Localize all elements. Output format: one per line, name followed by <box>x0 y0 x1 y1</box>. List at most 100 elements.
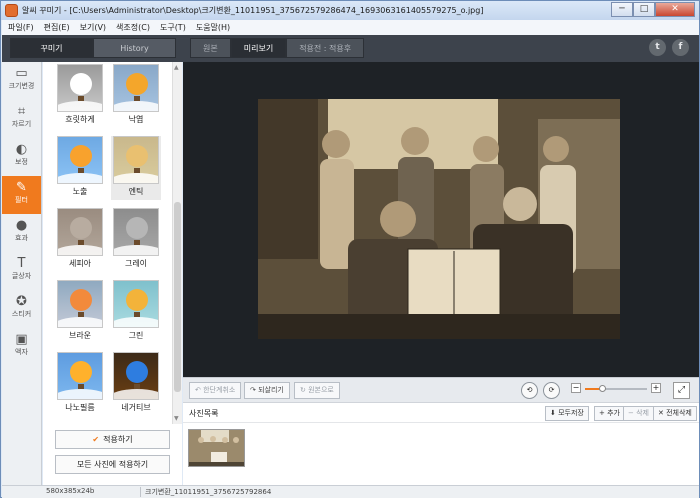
nav-item-5[interactable]: T 글상자 <box>2 252 41 290</box>
filter-item[interactable]: 엔틱 <box>111 136 161 200</box>
revert-button[interactable]: ↻ 원본으로 <box>294 382 340 399</box>
add-button[interactable]: + 추가 <box>594 406 625 421</box>
filter-item[interactable]: 브라운 <box>55 280 105 344</box>
preview-canvas[interactable] <box>183 62 699 377</box>
filter-label: 세피아 <box>68 259 92 268</box>
menu-color[interactable]: 색조정(C) <box>116 22 150 33</box>
balloon-icon <box>126 361 148 383</box>
delete-button[interactable]: − 삭제 <box>623 406 654 421</box>
resize-icon: ▭ <box>15 66 28 81</box>
tab-before-after[interactable]: 적용전 : 적용후 <box>286 38 365 58</box>
menu-view[interactable]: 보기(V) <box>80 22 106 33</box>
fit-screen-icon[interactable]: ⤢ <box>673 382 690 399</box>
rotate-left-icon[interactable]: ⟲ <box>521 382 538 399</box>
photo-thumbnail[interactable] <box>188 429 245 467</box>
filter-item[interactable]: 세피아 <box>55 208 105 272</box>
nav-item-7[interactable]: ▣ 액자 <box>2 328 41 366</box>
tab-preview[interactable]: 미리보기 <box>230 38 287 58</box>
menu-help[interactable]: 도움말(H) <box>196 22 230 33</box>
tab-decorate[interactable]: 꾸미기 <box>10 38 93 58</box>
undo-button[interactable]: ↶ 한단계취소 <box>189 382 242 399</box>
filter-brush-icon: ✎ <box>16 180 27 195</box>
filter-label: 그린 <box>128 331 144 340</box>
nav-item-3[interactable]: ✎ 필터 <box>2 176 41 214</box>
redo-button[interactable]: ↷ 되살리기 <box>244 382 290 399</box>
filter-scrollbar[interactable]: ▲ ▼ <box>172 62 182 424</box>
filter-item[interactable]: 그린 <box>111 280 161 344</box>
balloon-icon <box>126 217 148 239</box>
rotate-right-icon[interactable]: ⟳ <box>543 382 560 399</box>
delete-label: 삭제 <box>636 409 649 417</box>
save-all-button[interactable]: ⬇ 모두저장 <box>545 406 589 421</box>
nav-label: 글상자 <box>11 272 32 280</box>
redo-icon: ↷ <box>250 386 259 394</box>
menu-edit[interactable]: 편집(E) <box>44 22 70 33</box>
app-icon <box>5 4 18 17</box>
close-button[interactable]: ✕ <box>655 2 695 17</box>
status-bar: 580x385x24b 크기변환_11011951_3756725792864 <box>2 485 699 498</box>
image-dimensions: 580x385x24b <box>46 487 95 495</box>
scroll-thumb[interactable] <box>174 202 181 392</box>
undo-icon: ↶ <box>195 386 204 394</box>
edit-controls-bar: ↶ 한단계취소 ↷ 되살리기 ↻ 원본으로 ⟲ ⟳ − + ⤢ <box>183 377 699 402</box>
menu-tools[interactable]: 도구(T) <box>160 22 186 33</box>
filter-label: 낙엽 <box>128 115 144 124</box>
filter-thumbnail <box>113 136 159 184</box>
filter-item[interactable]: 흐릿하게 <box>55 64 105 128</box>
nav-item-2[interactable]: ◐ 보정 <box>2 138 41 176</box>
scroll-down-icon[interactable]: ▼ <box>174 415 179 422</box>
frame-icon: ▣ <box>15 332 28 347</box>
apply-all-button[interactable]: 모든 사진에 적용하기 <box>55 455 170 474</box>
apply-label: 적용하기 <box>103 435 133 444</box>
filter-item[interactable]: 네거티브 <box>111 352 161 416</box>
cloud-shape <box>58 245 102 255</box>
photo-list-header: 사진목록 ⬇ 모두저장 + 추가 − 삭제 ✕ 전체삭제 <box>183 402 699 423</box>
twitter-icon[interactable]: t <box>649 39 666 56</box>
filter-item[interactable]: 그레이 <box>111 208 161 272</box>
cloud-shape <box>58 389 102 399</box>
filter-thumbnail <box>113 352 159 400</box>
preview-photo <box>258 99 620 339</box>
filter-thumbnail <box>57 208 103 256</box>
balloon-icon <box>70 289 92 311</box>
nav-item-4[interactable]: ● 효과 <box>2 214 41 252</box>
cloud-shape <box>58 101 102 111</box>
scroll-up-icon[interactable]: ▲ <box>174 64 179 71</box>
revert-icon: ↻ <box>300 386 309 394</box>
filter-label: 그레이 <box>124 259 148 268</box>
tab-history[interactable]: History <box>93 38 176 58</box>
cloud-shape <box>114 389 158 399</box>
delete-icon: − <box>628 409 637 417</box>
filter-label: 나노필름 <box>65 403 95 412</box>
balloon-icon <box>126 73 148 95</box>
nav-item-1[interactable]: ⌗ 자르기 <box>2 100 41 138</box>
facebook-icon[interactable]: f <box>672 39 689 56</box>
nav-label: 스티커 <box>11 310 32 318</box>
menu-file[interactable]: 파일(F) <box>8 22 34 33</box>
delete-all-button[interactable]: ✕ 전체삭제 <box>653 406 697 421</box>
filter-item[interactable]: 나노필름 <box>55 352 105 416</box>
filter-item[interactable]: 노출 <box>55 136 105 200</box>
save-all-label: 모두저장 <box>558 409 584 417</box>
filter-item[interactable]: 낙엽 <box>111 64 161 128</box>
zoom-in-button[interactable]: + <box>651 383 661 393</box>
tab-original[interactable]: 원본 <box>190 38 231 58</box>
filter-thumbnail <box>57 136 103 184</box>
apply-button[interactable]: ✔ 적용하기 <box>55 430 170 449</box>
adjust-icon: ◐ <box>15 142 28 157</box>
nav-item-0[interactable]: ▭ 크기변경 <box>2 62 41 100</box>
maximize-button[interactable]: □ <box>633 2 655 17</box>
menu-bar: 파일(F) 편집(E) 보기(V) 색조정(C) 도구(T) 도움말(H) <box>2 20 699 35</box>
nav-item-6[interactable]: ✪ 스티커 <box>2 290 41 328</box>
nav-label: 보정 <box>15 158 28 166</box>
zoom-knob[interactable] <box>599 385 607 392</box>
zoom-control: − + <box>571 383 663 397</box>
balloon-icon <box>70 73 92 95</box>
zoom-slider[interactable] <box>585 385 647 392</box>
zoom-out-button[interactable]: − <box>571 383 581 393</box>
drop-icon: ● <box>15 218 28 233</box>
minimize-button[interactable]: ─ <box>611 2 633 17</box>
filter-thumbnail <box>113 64 159 112</box>
crop-icon: ⌗ <box>17 104 26 119</box>
photo-list <box>183 423 699 485</box>
